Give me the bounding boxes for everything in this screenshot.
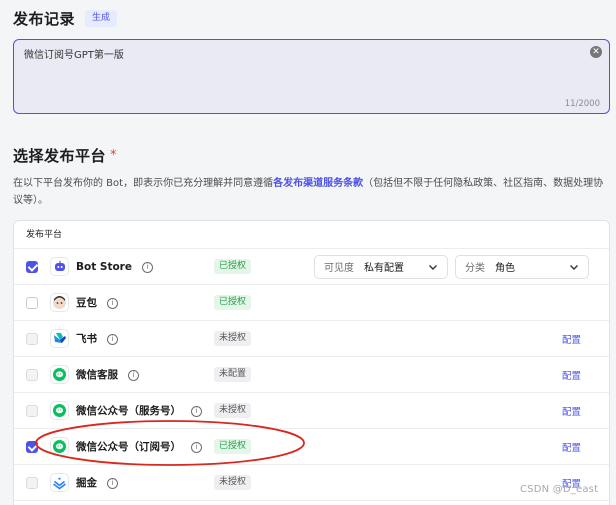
info-icon[interactable]: i — [191, 442, 202, 453]
platform-row-bot-store: Bot Store i 已授权 可见度 私有配置 分类 角色 — [14, 249, 609, 285]
status-badge: 已授权 — [214, 439, 252, 454]
category-value: 角色 — [495, 263, 515, 274]
configure-link[interactable]: 配置 — [562, 440, 581, 454]
platform-row-juejin: 掘金 i 未授权 配置 — [14, 465, 609, 501]
visibility-label: 可见度 — [324, 263, 354, 274]
record-text-value: 微信订阅号GPT第一版 — [24, 50, 124, 61]
platform-header: 选择发布平台 * — [13, 145, 117, 166]
platform-name: 微信公众号（服务号） i — [76, 403, 202, 418]
status-badge: 已授权 — [214, 295, 252, 310]
feishu-icon — [50, 329, 69, 348]
visibility-select[interactable]: 可见度 私有配置 — [314, 254, 448, 279]
info-icon[interactable]: i — [128, 370, 139, 381]
doubao-icon — [50, 293, 69, 312]
checkbox-wechat-mp-subscription[interactable] — [26, 440, 38, 453]
info-icon[interactable]: i — [107, 298, 118, 309]
platform-row-wechat-service: 微信客服 i 未配置 配置 — [14, 357, 609, 393]
configure-link[interactable]: 配置 — [562, 332, 581, 346]
platform-name: 微信客服 i — [76, 367, 139, 382]
record-title: 发布记录 — [13, 10, 76, 28]
info-icon[interactable]: i — [107, 478, 118, 489]
platform-row-doubao: 豆包 i 已授权 — [14, 285, 609, 321]
platform-name: 掘金 i — [76, 475, 118, 490]
platform-title: 选择发布平台 — [13, 147, 107, 165]
desc-prefix: 在以下平台发布你的 Bot，即表示你已充分理解并同意遵循 — [13, 178, 274, 189]
platform-name: 微信公众号（订阅号） i — [76, 439, 202, 454]
status-badge: 未配置 — [214, 367, 252, 382]
clear-icon[interactable]: ✕ — [590, 46, 602, 58]
platform-table: 发布平台 Bot Store i 已授权 可见度 私有配置 分类 角色 豆包 i 已… — [13, 220, 610, 505]
category-label: 分类 — [465, 263, 485, 274]
status-badge: 未授权 — [214, 475, 252, 490]
platform-row-wechat-mp-subscription: 微信公众号（订阅号） i 已授权 配置 — [14, 429, 609, 465]
status-badge: 已授权 — [214, 259, 252, 274]
juejin-icon — [50, 473, 69, 492]
platform-name: 豆包 i — [76, 295, 118, 310]
wechat-icon — [50, 365, 69, 384]
info-icon[interactable]: i — [191, 406, 202, 417]
bot-store-icon — [50, 257, 69, 276]
checkbox-doubao[interactable] — [26, 296, 38, 309]
checkbox-wechat-mp-service[interactable] — [26, 404, 38, 417]
wechat-icon — [50, 401, 69, 420]
visibility-value: 私有配置 — [364, 263, 404, 274]
info-icon[interactable]: i — [142, 261, 153, 273]
info-icon[interactable]: i — [107, 334, 118, 345]
table-header: 发布平台 — [14, 221, 609, 249]
platform-description: 在以下平台发布你的 Bot，即表示你已充分理解并同意遵循各发布渠道服务条款（包括… — [13, 175, 611, 209]
platform-name: 飞书 i — [76, 331, 118, 346]
chevron-down-icon — [429, 264, 437, 270]
status-badge: 未授权 — [214, 403, 252, 418]
wechat-icon — [50, 437, 69, 456]
record-textarea[interactable]: 微信订阅号GPT第一版 ✕ 11/2000 — [13, 39, 610, 114]
checkbox-wechat-service[interactable] — [26, 368, 38, 381]
record-header: 发布记录 生成 — [13, 8, 118, 29]
chevron-down-icon — [570, 264, 578, 270]
generate-button[interactable]: 生成 — [85, 10, 118, 27]
terms-link[interactable]: 各发布渠道服务条款 — [273, 178, 363, 189]
status-badge: 未授权 — [214, 331, 252, 346]
platform-row-wechat-mp-service: 微信公众号（服务号） i 未授权 配置 — [14, 393, 609, 429]
required-mark: * — [110, 148, 117, 163]
checkbox-juejin[interactable] — [26, 476, 38, 489]
platform-row-feishu: 飞书 i 未授权 配置 — [14, 321, 609, 357]
category-select[interactable]: 分类 角色 — [455, 254, 589, 279]
watermark: CSDN @D_east — [520, 484, 599, 495]
configure-link[interactable]: 配置 — [562, 368, 581, 382]
char-count: 11/2000 — [564, 99, 600, 109]
platform-name: Bot Store i — [76, 261, 153, 273]
checkbox-feishu[interactable] — [26, 332, 38, 345]
checkbox-bot-store[interactable] — [26, 260, 38, 273]
configure-link[interactable]: 配置 — [562, 404, 581, 418]
